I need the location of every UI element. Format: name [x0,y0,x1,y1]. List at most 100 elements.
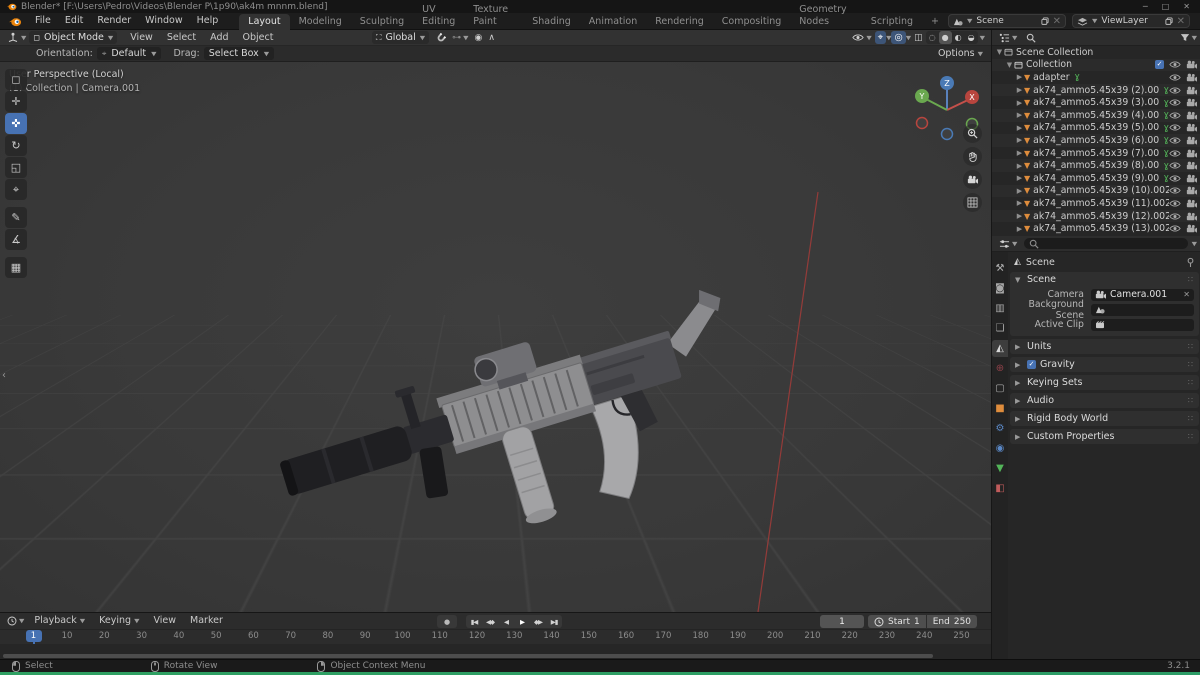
current-frame-field[interactable]: 1 [820,615,864,628]
disclosure-closed-icon[interactable]: ▶ [1015,124,1024,132]
next-keyframe-button[interactable]: ◆▶ [530,615,546,628]
disclosure-closed-icon[interactable]: ▶ [1015,86,1024,94]
panel-header[interactable]: ▶ Audio ∷ [1010,393,1199,408]
hide-viewport-icon[interactable] [1169,149,1181,158]
outliner-row[interactable]: ▶ ▼ ak74_ammo5.45x39 (11).002 [992,197,1200,210]
timeline-menu-keying[interactable]: Keying ▼ [92,613,146,629]
properties-search-input[interactable] [1024,238,1188,249]
scene-panel-header[interactable]: ▼ Scene ∷ [1010,272,1199,287]
audio-panel[interactable]: ▶ Audio ∷ [1010,393,1199,408]
orientation-setting-dropdown[interactable]: ⌖ Default ▼ [96,47,162,60]
zoom-button[interactable] [963,124,982,143]
workspace-tab-sculpting[interactable]: Sculpting [351,14,413,30]
outliner-row[interactable]: ▶ ▼ ak74_ammo5.45x39 (5).002 ɣ [992,122,1200,135]
outliner-row[interactable]: ▶ ▼ ak74_ammo5.45x39 (3).002 ɣ [992,96,1200,109]
close-icon[interactable]: ✕ [1183,2,1190,11]
units-panel[interactable]: ▶ Units ∷ [1010,339,1199,354]
mode-dropdown[interactable]: ◻ Object Mode ▼ [29,31,118,44]
editor-type-timeline-icon[interactable]: ▼ [4,615,27,628]
hide-viewport-icon[interactable] [1169,224,1181,233]
disclosure-closed-icon[interactable]: ▶ [1015,174,1024,182]
disable-render-icon[interactable] [1186,123,1197,133]
tool-select-box-icon[interactable]: ◻ [5,69,27,90]
tool-cursor-icon[interactable]: ✛ [5,91,27,112]
pin-icon[interactable] [1186,257,1195,268]
editor-type-3d-icon[interactable]: ▼ [4,31,29,44]
snap-settings-dropdown[interactable]: ⊶ ▼ [449,31,471,44]
tool-transform-icon[interactable]: ⌖ [5,179,27,200]
previous-keyframe-button[interactable]: ◀◆ [482,615,498,628]
collection-checkbox[interactable]: ✓ [1155,60,1164,70]
tab-tool-icon[interactable]: ⚒ [992,260,1008,277]
timeline-menu-playback[interactable]: Playback ▼ [27,613,92,629]
workspace-tab-rendering[interactable]: Rendering [646,14,713,30]
hide-viewport-icon[interactable] [1169,199,1181,208]
outliner-row[interactable]: ▶ ▼ ak74_ammo5.45x39 (9).002 ɣ [992,172,1200,185]
blender-logo-icon[interactable] [8,16,22,27]
disable-render-icon[interactable] [1186,224,1197,233]
menu-render[interactable]: Render [90,13,138,29]
menu-file[interactable]: File [28,13,58,29]
viewport-3d[interactable]: User Perspective (Local) (1) Collection … [0,62,991,612]
tool-annotate-icon[interactable]: ✎ [5,207,27,228]
disclosure-closed-icon[interactable]: ▶ [1015,99,1024,107]
outliner-row[interactable]: ▼ Scene Collection [992,46,1200,59]
workspace-tab-modeling[interactable]: Modeling [290,14,351,30]
workspace-tab-geometry-nodes[interactable]: Geometry Nodes [790,2,862,30]
panel-header[interactable]: ▶ Units ∷ [1010,339,1199,354]
shading-solid-icon[interactable]: ● [938,31,952,44]
tool-measure-icon[interactable]: ∡ [5,229,27,250]
hide-viewport-icon[interactable] [1169,174,1181,183]
disclosure-open-icon[interactable]: ▼ [1005,61,1014,69]
disable-render-icon[interactable] [1186,161,1197,170]
tab-view-layer-icon[interactable]: ❏ [992,320,1008,337]
tab-render-icon[interactable]: ◙ [992,280,1008,297]
hide-viewport-icon[interactable] [1169,136,1181,145]
panel-header[interactable]: ▶ Custom Properties ∷ [1010,429,1199,444]
play-button[interactable]: ▶ [514,615,530,628]
tool-rotate-icon[interactable]: ↻ [5,135,27,156]
camera-view-button[interactable] [963,170,982,189]
disable-render-icon[interactable] [1186,86,1197,95]
remove-viewlayer-icon[interactable]: ✕ [1177,16,1185,27]
properties-options-dropdown[interactable]: ▼ [1192,240,1197,246]
rigid-body-world-panel[interactable]: ▶ Rigid Body World ∷ [1010,411,1199,426]
clear-field-icon[interactable]: ✕ [1183,290,1190,299]
show-gizmo-icon[interactable]: ⌖ [874,31,887,44]
play-reverse-button[interactable]: ◀ [498,615,514,628]
sidebar-toggle-icon[interactable]: ‹ [2,370,6,381]
disclosure-closed-icon[interactable]: ▶ [1015,199,1024,207]
workspace-tab-uv-editing[interactable]: UV Editing [413,2,464,30]
workspace-tab-scripting[interactable]: Scripting [862,14,922,30]
disclosure-closed-icon[interactable]: ▶ [1015,162,1024,170]
disclosure-open-icon[interactable]: ▼ [995,48,1004,56]
disable-render-icon[interactable] [1186,98,1197,107]
tab-object-data-icon[interactable]: ▼ [992,460,1008,477]
hide-viewport-icon[interactable] [1169,123,1181,132]
menu-window[interactable]: Window [138,13,189,29]
timeline-menu-view[interactable]: View [146,613,183,629]
hide-viewport-icon[interactable] [1169,161,1181,170]
transform-orientation-dropdown[interactable]: ⛶ Global ▼ [371,31,430,44]
drag-setting-dropdown[interactable]: Select Box ▼ [203,47,275,60]
timeline-scrollbar[interactable] [3,654,933,658]
keying-sets-panel[interactable]: ▶ Keying Sets ∷ [1010,375,1199,390]
hide-viewport-icon[interactable] [1169,73,1181,82]
timeline-menu-marker[interactable]: Marker [183,613,230,629]
proportional-falloff-icon[interactable]: ∧ [485,31,498,44]
tab-world-icon[interactable]: ⊕ [992,360,1008,377]
hide-viewport-icon[interactable] [1169,86,1181,95]
timeline-tracks[interactable] [0,644,991,660]
shading-material-preview-icon[interactable]: ◐ [952,31,965,44]
panel-header[interactable]: ▶ Keying Sets ∷ [1010,375,1199,390]
workspace-tab-layout[interactable]: Layout [239,13,290,30]
tab-physics-icon[interactable]: ◉ [992,440,1008,457]
active-clip-field[interactable] [1090,318,1194,331]
viewport-menu-object[interactable]: Object [236,30,281,46]
editor-type-properties-icon[interactable]: ▼ [996,237,1020,250]
tab-object-icon[interactable]: ■ [992,400,1008,417]
playhead[interactable]: 1 [25,630,42,642]
hide-viewport-icon[interactable] [1169,212,1181,221]
new-viewlayer-icon[interactable] [1165,17,1173,25]
maximize-icon[interactable]: □ [1162,2,1170,11]
